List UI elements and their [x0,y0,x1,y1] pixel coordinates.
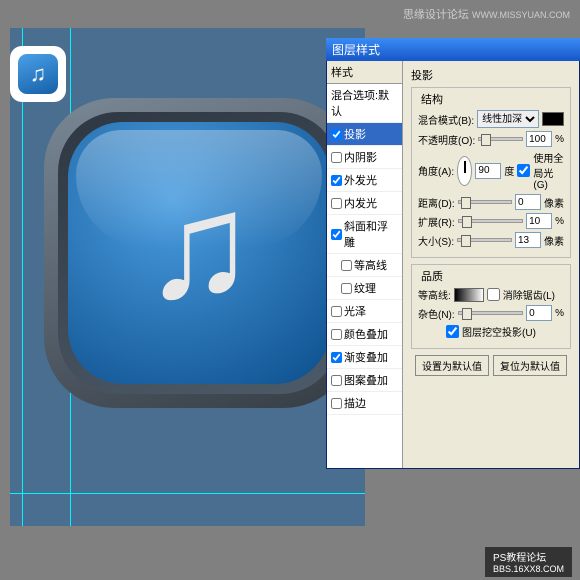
color-swatch[interactable] [542,112,564,126]
style-checkbox[interactable] [331,152,342,163]
style-checkbox[interactable] [331,175,342,186]
style-label: 颜色叠加 [344,326,388,342]
style-label: 内发光 [344,195,377,211]
styles-list: 样式 混合选项:默认 投影内阴影外发光内发光斜面和浮雕等高线纹理光泽颜色叠加渐变… [327,61,403,468]
global-light-checkbox[interactable] [517,164,530,177]
style-checkbox[interactable] [331,329,342,340]
section-title: 投影 [411,67,571,83]
size-label: 大小(S): [418,233,454,248]
blend-mode-select[interactable]: 线性加深 [477,110,539,128]
blend-mode-label: 混合模式(B): [418,112,474,127]
dialog-titlebar[interactable]: 图层样式 [326,38,580,61]
style-item[interactable]: 外发光 [327,169,402,192]
style-item[interactable]: 投影 [327,123,402,146]
spread-label: 扩展(R): [418,214,455,229]
style-item[interactable]: 等高线 [327,254,402,277]
style-checkbox[interactable] [331,129,342,140]
noise-label: 杂色(N): [418,306,455,321]
style-checkbox[interactable] [331,398,342,409]
distance-label: 距离(D): [418,195,455,210]
dialog-title: 图层样式 [332,41,380,58]
style-label: 光泽 [344,303,366,319]
opacity-input[interactable] [526,131,552,147]
guide-vertical [22,28,23,526]
style-checkbox[interactable] [331,375,342,386]
style-item[interactable]: 描边 [327,392,402,415]
style-label: 内阴影 [344,149,377,165]
angle-label: 角度(A): [418,163,454,178]
size-input[interactable] [515,232,541,248]
noise-slider[interactable] [458,311,523,315]
style-item[interactable]: 纹理 [327,277,402,300]
watermark-bottom: PS教程论坛 BBS.16XX8.COM [485,547,572,577]
contour-swatch[interactable] [454,288,484,302]
guide-horizontal [10,493,365,494]
distance-slider[interactable] [458,200,512,204]
style-checkbox[interactable] [331,306,342,317]
thumbnail-icon: ♫ [10,46,66,102]
style-checkbox[interactable] [331,198,342,209]
style-label: 外发光 [344,172,377,188]
styles-header: 样式 [327,61,402,84]
style-item[interactable]: 斜面和浮雕 [327,215,402,254]
style-item[interactable]: 光泽 [327,300,402,323]
style-item[interactable]: 内发光 [327,192,402,215]
style-item[interactable]: 颜色叠加 [327,323,402,346]
distance-input[interactable] [515,194,541,210]
spread-input[interactable] [526,213,552,229]
angle-dial[interactable] [457,156,472,186]
settings-panel: 投影 结构 混合模式(B): 线性加深 不透明度(O): % 角度(A): [403,61,579,468]
style-label: 纹理 [354,280,376,296]
opacity-slider[interactable] [478,137,523,141]
style-label: 投影 [344,126,366,142]
opacity-label: 不透明度(O): [418,132,475,147]
style-label: 等高线 [354,257,387,273]
style-label: 渐变叠加 [344,349,388,365]
blend-options-item[interactable]: 混合选项:默认 [327,84,402,123]
reset-default-button[interactable]: 复位为默认值 [493,355,567,376]
contour-label: 等高线: [418,287,451,302]
style-label: 斜面和浮雕 [344,218,398,250]
canvas: ♫ ♫ [10,28,365,526]
style-label: 图案叠加 [344,372,388,388]
noise-input[interactable] [526,305,552,321]
style-label: 描边 [344,395,366,411]
style-checkbox[interactable] [331,229,342,240]
style-checkbox[interactable] [341,260,352,271]
set-default-button[interactable]: 设置为默认值 [415,355,489,376]
style-checkbox[interactable] [331,352,342,363]
size-slider[interactable] [457,238,512,242]
itunes-icon: ♫ [44,98,354,408]
knockout-checkbox[interactable] [446,325,459,338]
style-checkbox[interactable] [341,283,352,294]
antialias-checkbox[interactable] [487,288,500,301]
angle-input[interactable] [475,163,501,179]
quality-group: 品质 [418,268,446,284]
watermark-top: 思缘设计论坛 WWW.MISSYUAN.COM [403,6,570,22]
style-item[interactable]: 内阴影 [327,146,402,169]
style-item[interactable]: 图案叠加 [327,369,402,392]
spread-slider[interactable] [458,219,523,223]
style-item[interactable]: 渐变叠加 [327,346,402,369]
structure-group: 结构 [418,91,446,107]
layer-style-dialog: 样式 混合选项:默认 投影内阴影外发光内发光斜面和浮雕等高线纹理光泽颜色叠加渐变… [326,61,580,469]
music-note-icon: ♫ [143,170,256,320]
